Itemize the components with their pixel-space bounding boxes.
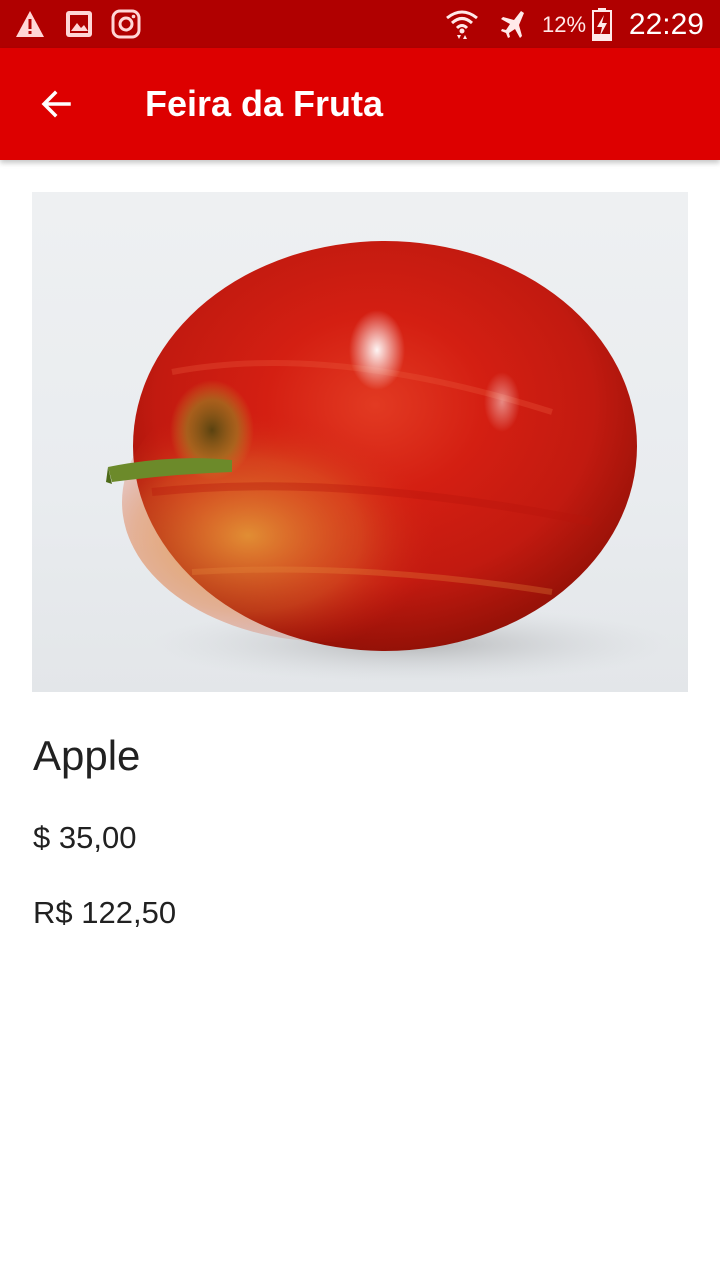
- warning-icon: [16, 11, 44, 37]
- arrow-back-icon: [41, 90, 71, 118]
- apple-illustration: [106, 241, 672, 682]
- back-button[interactable]: [24, 72, 88, 136]
- battery-percentage: 12%: [542, 12, 587, 37]
- app-bar: Feira da Fruta: [0, 48, 720, 160]
- image-icon: [66, 11, 92, 37]
- instagram-icon: [111, 9, 141, 39]
- price-brl: R$ 122,50: [33, 895, 177, 930]
- battery-charging-icon: [592, 8, 612, 41]
- app-title: Feira da Fruta: [145, 83, 384, 124]
- product-image: [32, 192, 688, 692]
- airplane-mode-icon: [501, 11, 524, 38]
- product-name: Apple: [33, 732, 141, 779]
- clock: 22:29: [628, 8, 704, 41]
- status-bar: 12% 22:29: [0, 0, 720, 48]
- wifi-icon: [446, 10, 478, 39]
- price-usd: $ 35,00: [33, 820, 137, 855]
